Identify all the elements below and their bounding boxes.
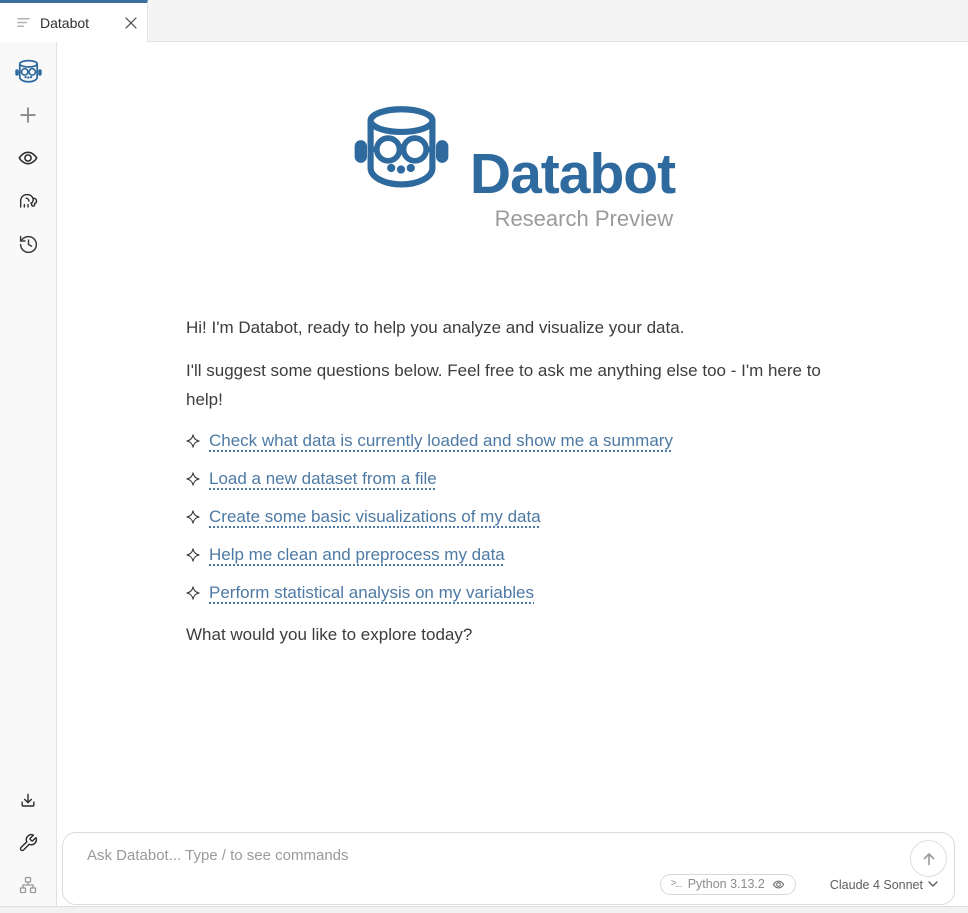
chat-input[interactable] [87,847,894,871]
list-item: Help me clean and preprocess my data [186,544,838,565]
model-label: Claude 4 Sonnet [830,878,923,892]
tab-databot[interactable]: Databot [0,0,148,42]
rail-button-settings[interactable] [13,829,43,857]
databot-logo: Databot Research Preview [57,100,968,230]
list-item: Check what data is currently loaded and … [186,430,838,451]
chat-message: Hi! I'm Databot, ready to help you analy… [186,313,838,649]
tab-bar: Databot [0,0,968,42]
terminal-prompt-icon: >_ [671,879,681,890]
chevron-down-icon [928,881,938,888]
sparkle-icon [186,472,200,486]
tab-title: Databot [40,15,89,31]
suggestion-link[interactable]: Create some basic visualizations of my d… [209,506,541,527]
intro-text: I'll suggest some questions below. Feel … [186,356,838,414]
suggestion-list: Check what data is currently loaded and … [186,430,838,603]
list-item: Load a new dataset from a file [186,468,838,489]
databot-logo-mark [350,100,453,203]
hierarchy-icon [18,875,38,895]
send-arrow-icon [921,851,937,867]
suggestion-link[interactable]: Check what data is currently loaded and … [209,430,673,451]
composer: >_ Python 3.13.2 Claude 4 Sonnet [62,832,955,905]
rail-button-add[interactable] [13,101,43,129]
sparkle-icon [186,434,200,448]
main-panel: Databot Research Preview Hi! I'm Databot… [57,42,968,913]
tab-strip-empty [148,0,968,42]
elephant-icon [17,190,39,212]
sparkle-icon [186,548,200,562]
suggestion-link[interactable]: Help me clean and preprocess my data [209,544,505,565]
close-icon[interactable] [125,17,137,29]
suggestion-link[interactable]: Load a new dataset from a file [209,468,437,489]
sparkle-icon [186,586,200,600]
eye-icon [17,147,39,169]
runtime-badge[interactable]: >_ Python 3.13.2 [660,874,796,895]
databot-icon [14,58,43,87]
notebook-lines-icon [16,15,31,30]
activity-rail [0,42,57,913]
list-item: Perform statistical analysis on my varia… [186,582,838,603]
list-item: Create some basic visualizations of my d… [186,506,838,527]
logo-title: Databot [470,146,675,203]
sparkle-icon [186,510,200,524]
rail-button-hierarchy[interactable] [13,871,43,899]
eye-icon [772,878,785,891]
rail-button-elephant[interactable] [13,187,43,215]
plus-icon [18,105,38,125]
download-icon [18,791,38,811]
closing-text: What would you like to explore today? [186,620,838,649]
rail-button-databot[interactable] [13,58,43,86]
logo-subtitle: Research Preview [495,206,674,232]
send-button[interactable] [910,840,947,877]
greeting-text: Hi! I'm Databot, ready to help you analy… [186,313,838,342]
wrench-icon [18,833,38,853]
history-icon [18,234,39,255]
rail-button-eye[interactable] [13,144,43,172]
model-selector[interactable]: Claude 4 Sonnet [830,878,938,892]
rail-button-history[interactable] [13,230,43,258]
runtime-label: Python 3.13.2 [688,877,765,891]
rail-button-download[interactable] [13,787,43,815]
suggestion-link[interactable]: Perform statistical analysis on my varia… [209,582,534,603]
panel-bottom-edge [0,906,968,913]
